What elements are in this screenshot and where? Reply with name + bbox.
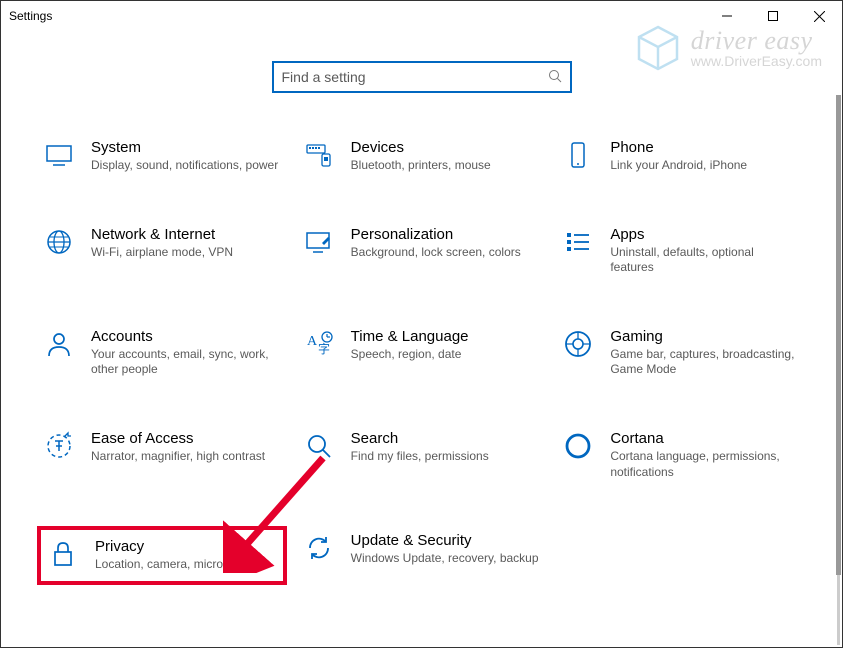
- tile-sub: Speech, region, date: [351, 347, 469, 363]
- tile-sub: Link your Android, iPhone: [610, 158, 747, 174]
- tile-personalization[interactable]: Personalization Background, lock screen,…: [297, 220, 547, 282]
- tile-phone[interactable]: Phone Link your Android, iPhone: [556, 133, 806, 180]
- tile-sub: Game bar, captures, broadcasting, Game M…: [610, 347, 800, 378]
- tile-system[interactable]: System Display, sound, notifications, po…: [37, 133, 287, 180]
- phone-icon: [562, 139, 594, 171]
- ease-of-access-icon: [43, 430, 75, 462]
- globe-icon: [43, 226, 75, 258]
- tile-title: Devices: [351, 139, 491, 156]
- tile-accounts[interactable]: Accounts Your accounts, email, sync, wor…: [37, 322, 287, 384]
- tile-search[interactable]: Search Find my files, permissions: [297, 424, 547, 486]
- tile-network[interactable]: Network & Internet Wi-Fi, airplane mode,…: [37, 220, 287, 282]
- tile-update-security[interactable]: Update & Security Windows Update, recove…: [297, 526, 547, 585]
- gaming-icon: [562, 328, 594, 360]
- search-box[interactable]: [272, 61, 572, 93]
- title-bar: Settings: [1, 1, 842, 31]
- scrollbar-thumb[interactable]: [836, 95, 841, 575]
- tile-title: Personalization: [351, 226, 521, 243]
- tile-title: Cortana: [610, 430, 800, 447]
- tile-sub: Your accounts, email, sync, work, other …: [91, 347, 281, 378]
- lock-icon: [47, 538, 79, 570]
- search-input[interactable]: [282, 69, 548, 85]
- tile-title: Time & Language: [351, 328, 469, 345]
- tile-ease-of-access[interactable]: Ease of Access Narrator, magnifier, high…: [37, 424, 287, 486]
- close-button[interactable]: [796, 1, 842, 31]
- svg-text:A: A: [307, 334, 318, 349]
- tile-title: System: [91, 139, 278, 156]
- tile-title: Update & Security: [351, 532, 539, 549]
- devices-icon: [303, 139, 335, 171]
- tile-sub: Narrator, magnifier, high contrast: [91, 449, 265, 465]
- tile-sub: Location, camera, microphone: [95, 557, 256, 573]
- tile-sub: Windows Update, recovery, backup: [351, 551, 539, 567]
- cortana-icon: [562, 430, 594, 462]
- tile-title: Apps: [610, 226, 800, 243]
- tile-sub: Display, sound, notifications, power: [91, 158, 278, 174]
- system-icon: [43, 139, 75, 171]
- tile-title: Accounts: [91, 328, 281, 345]
- search-tile-icon: [303, 430, 335, 462]
- tile-cortana[interactable]: Cortana Cortana language, permissions, n…: [556, 424, 806, 486]
- minimize-button[interactable]: [704, 1, 750, 31]
- tile-title: Search: [351, 430, 489, 447]
- update-icon: [303, 532, 335, 564]
- tile-sub: Wi-Fi, airplane mode, VPN: [91, 245, 233, 261]
- tile-title: Phone: [610, 139, 747, 156]
- tile-sub: Find my files, permissions: [351, 449, 489, 465]
- tile-time-language[interactable]: A字 Time & Language Speech, region, date: [297, 322, 547, 384]
- tile-privacy[interactable]: Privacy Location, camera, microphone: [37, 526, 287, 585]
- window-title: Settings: [9, 9, 52, 23]
- maximize-button[interactable]: [750, 1, 796, 31]
- tile-gaming[interactable]: Gaming Game bar, captures, broadcasting,…: [556, 322, 806, 384]
- tile-sub: Bluetooth, printers, mouse: [351, 158, 491, 174]
- search-icon: [548, 69, 562, 86]
- tile-sub: Cortana language, permissions, notificat…: [610, 449, 800, 480]
- settings-grid: System Display, sound, notifications, po…: [1, 133, 842, 585]
- tile-title: Gaming: [610, 328, 800, 345]
- accounts-icon: [43, 328, 75, 360]
- watermark-brand: driver easy: [691, 28, 822, 54]
- tile-title: Network & Internet: [91, 226, 233, 243]
- tile-devices[interactable]: Devices Bluetooth, printers, mouse: [297, 133, 547, 180]
- apps-icon: [562, 226, 594, 258]
- tile-title: Ease of Access: [91, 430, 265, 447]
- personalization-icon: [303, 226, 335, 258]
- tile-apps[interactable]: Apps Uninstall, defaults, optional featu…: [556, 220, 806, 282]
- tile-sub: Uninstall, defaults, optional features: [610, 245, 800, 276]
- tile-sub: Background, lock screen, colors: [351, 245, 521, 261]
- time-language-icon: A字: [303, 328, 335, 360]
- tile-title: Privacy: [95, 538, 256, 555]
- svg-text:字: 字: [318, 341, 330, 356]
